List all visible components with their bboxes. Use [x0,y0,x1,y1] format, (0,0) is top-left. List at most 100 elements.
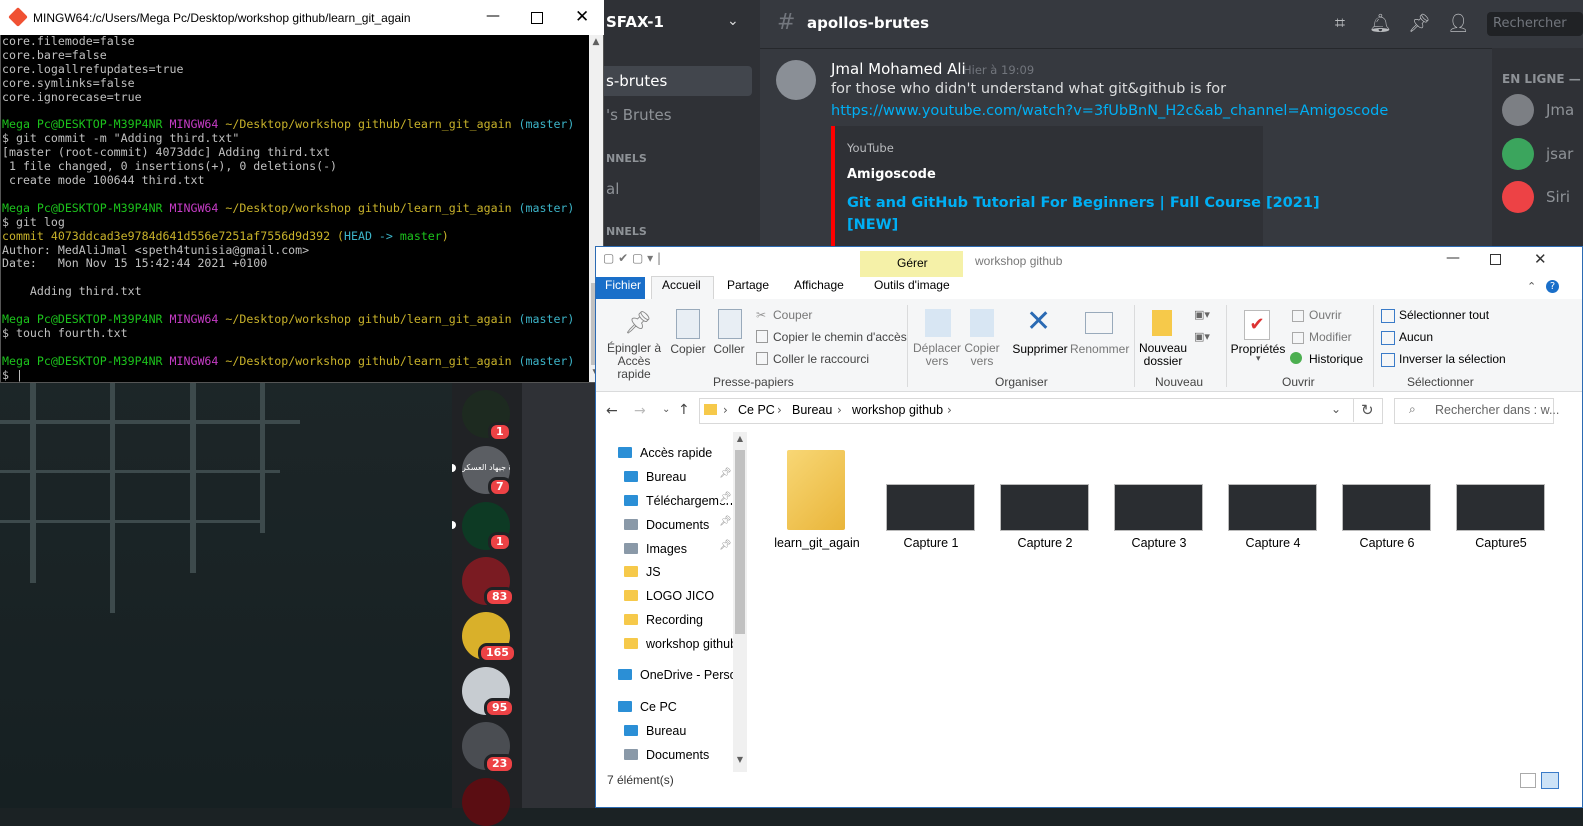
scroll-down-icon[interactable]: ▼ [733,755,747,764]
select-all-button[interactable]: Sélectionner tout [1399,308,1489,322]
new-folder-button[interactable]: Nouveau dossier [1135,342,1191,368]
refresh-icon[interactable]: ↻ [1361,401,1374,419]
embed-author[interactable]: Amigoscode [847,167,936,182]
copy-button[interactable]: Copier [668,342,708,356]
delete-button[interactable]: Supprimer [1010,342,1070,356]
embed-title[interactable]: Git and GitHub Tutorial For Beginners | … [847,195,1320,211]
nav-item[interactable]: Bureau [624,720,686,742]
channel-category[interactable]: NNELS [606,152,647,165]
move-to-button[interactable]: Déplacer vers [910,342,964,368]
terminal-line: core.filemode=false [2,35,588,49]
file-tile[interactable]: Capture 1 [874,440,988,560]
chevron-down-icon[interactable]: ⌄ [727,13,739,29]
terminal-text: core.bare=false [2,47,107,62]
minimize-icon[interactable]: — [486,8,500,24]
scroll-up-icon[interactable]: ▲ [589,37,603,47]
tab-partage[interactable]: Partage [727,278,769,292]
channel-category[interactable]: NNELS [606,225,647,238]
nav-item[interactable]: LOGO JICO [624,585,714,607]
history-button[interactable]: Historique [1309,352,1363,366]
maximize-icon[interactable] [531,12,543,24]
close-icon[interactable]: ✕ [1534,250,1547,268]
channel-item[interactable]: 's Brutes [606,106,672,124]
easy-access-icon[interactable]: ▣▾ [1194,330,1210,343]
nav-item[interactable]: workshop github [596,633,746,655]
nav-item[interactable]: Recording [624,609,703,631]
discord-logo-icon[interactable] [1502,138,1534,170]
member-name[interactable]: Siri [1546,188,1570,206]
scrollbar-thumb[interactable] [735,450,745,634]
invert-selection-button[interactable]: Inverser la sélection [1399,352,1506,366]
chevron-down-icon[interactable]: ⌄ [1331,402,1341,416]
forward-arrow-icon[interactable]: → [634,403,646,419]
member-name[interactable]: jsar [1546,145,1573,163]
terminal-output[interactable]: core.filemode=false core.bare=false core.l… [2,35,588,382]
nav-item[interactable]: Images [624,538,687,560]
tab-affichage[interactable]: Affichage [794,278,844,292]
server-name[interactable]: SFAX-1 [606,13,664,31]
nav-item[interactable]: OneDrive - Personal [618,664,746,686]
avatar[interactable] [776,60,816,100]
breadcrumb-item[interactable]: workshop github [852,403,943,417]
discord-search-input[interactable]: Rechercher [1487,12,1583,36]
file-tile[interactable]: Capture 2 [988,440,1102,560]
paste-button[interactable]: Coller [711,342,747,356]
copy-to-button[interactable]: Copier vers [960,342,1004,368]
close-icon[interactable]: ✕ [575,7,589,27]
embed-title-continued[interactable]: [NEW] [847,217,898,233]
recent-chevron-icon[interactable]: ⌄ [662,404,670,415]
breadcrumb-item[interactable]: Bureau [792,403,832,417]
nav-item[interactable]: Ce PC [618,696,677,718]
terminal-text: core.filemode=false [2,35,135,48]
threads-icon[interactable]: ⌗ [1330,14,1350,34]
collapse-ribbon-icon[interactable]: ⌃ [1527,280,1536,293]
scroll-up-icon[interactable]: ▲ [733,434,747,443]
avatar[interactable] [1502,94,1534,126]
pin-quick-access-button[interactable]: Épingler à Accès rapide [602,342,666,381]
paste-shortcut-button[interactable]: Coller le raccourci [773,352,869,366]
breadcrumb-item[interactable]: Ce PC [738,403,775,417]
message-author[interactable]: Jmal Mohamed Ali [831,60,966,78]
nav-item[interactable]: Bureau [624,466,686,488]
new-item-icon[interactable]: ▣▾ [1194,308,1210,321]
chevron-down-icon[interactable]: ▾ [1256,354,1261,364]
open-button[interactable]: Ouvrir [1309,308,1342,322]
terminal-text: Author: MedAliJmal <speth4tunisia@gmail.… [2,242,310,257]
modify-button[interactable]: Modifier [1309,330,1352,344]
terminal-text: $ | [2,367,23,382]
channel-item[interactable]: al [606,180,619,198]
file-tile[interactable]: Capture 4 [1216,440,1330,560]
pin-icon[interactable]: 📌︎ [1408,14,1431,34]
server-icon[interactable] [462,778,510,826]
nav-item[interactable]: Documents [624,514,709,536]
quick-access-toolbar[interactable]: ▢ ✔ ▢ ▾ | [603,251,661,265]
member-name[interactable]: Jma [1546,101,1574,119]
select-none-button[interactable]: Aucun [1399,330,1433,344]
large-icons-view-icon[interactable] [1541,772,1559,789]
nav-item[interactable]: Accès rapide [618,442,712,464]
maximize-icon[interactable] [1490,254,1501,265]
file-tile[interactable]: Capture 6 [1330,440,1444,560]
minimize-icon[interactable]: — [1446,250,1460,266]
folder-tile[interactable]: learn_git_again [760,440,874,560]
nav-item[interactable]: Documents [624,744,709,766]
copy-path-button[interactable]: Copier le chemin d'accès [773,330,907,344]
cut-button[interactable]: Couper [773,308,812,322]
nav-item[interactable]: JS [624,561,661,583]
tab-outils-image[interactable]: Outils d'image [874,278,950,292]
bell-icon[interactable]: 🔔︎ [1369,14,1392,34]
bash-titlebar[interactable]: MINGW64:/c/Users/Mega Pc/Desktop/worksho… [0,0,604,35]
file-tile[interactable]: Capture 3 [1102,440,1216,560]
rename-button[interactable]: Renommer [1070,342,1129,356]
terminal-line: commit 4073ddcad3e9784d641d556e7251af755… [2,229,588,244]
file-tile[interactable]: Capture5 [1444,440,1558,560]
details-view-icon[interactable] [1520,773,1536,788]
nav-scrollbar[interactable]: ▲ ▼ [733,432,747,772]
discord-logo-icon[interactable] [1502,181,1534,213]
members-icon[interactable]: 👤︎ [1447,14,1470,34]
up-arrow-icon[interactable]: ↑ [678,402,690,418]
terminal-line: $ touch fourth.txt [2,326,588,341]
help-icon[interactable]: ? [1546,280,1559,293]
message-link[interactable]: https://www.youtube.com/watch?v=3fUbBnN_… [831,103,1388,119]
back-arrow-icon[interactable]: ← [606,403,618,419]
